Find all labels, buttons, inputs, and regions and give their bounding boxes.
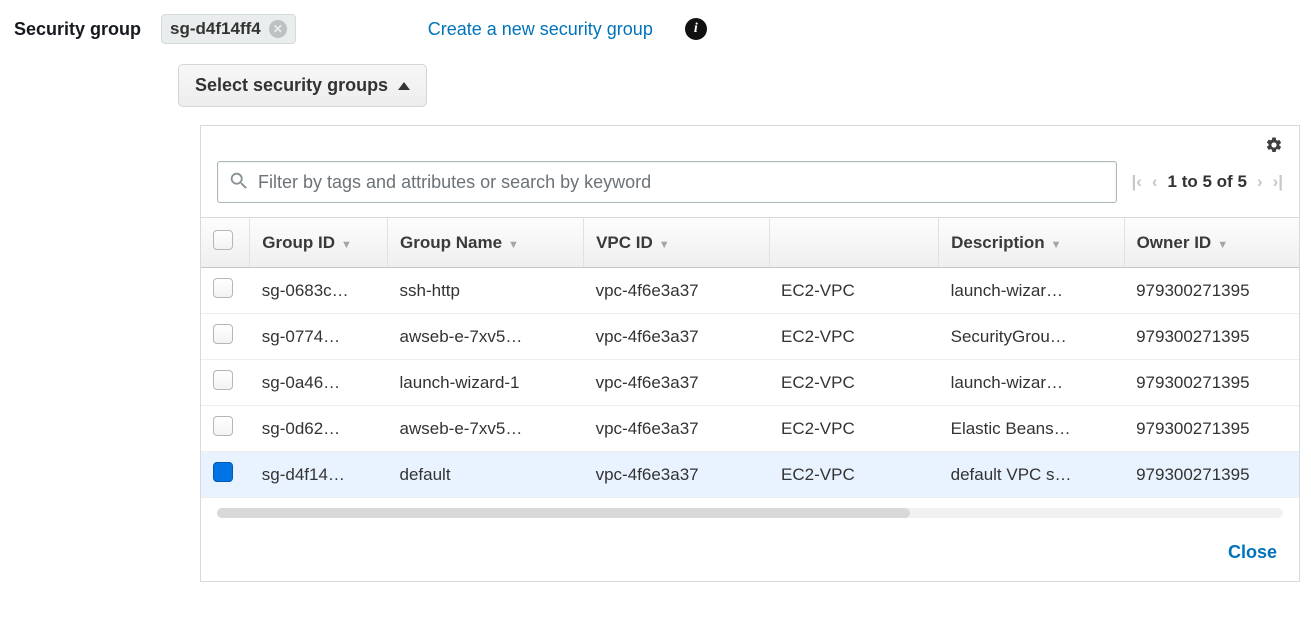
pager: |‹ ‹ 1 to 5 of 5 › ›| [1131, 172, 1283, 192]
dropdown-label: Select security groups [195, 75, 388, 96]
page-last-icon[interactable]: ›| [1273, 172, 1283, 192]
header-checkbox[interactable] [213, 230, 233, 250]
page-prev-icon[interactable]: ‹ [1152, 172, 1158, 192]
cell-description: default VPC s… [939, 452, 1124, 498]
header-vpc-id[interactable]: VPC ID▼ [584, 218, 769, 268]
header-group-id[interactable]: Group ID▼ [250, 218, 388, 268]
cell-owner: 979300271395 [1124, 452, 1299, 498]
remove-tag-icon[interactable]: ✕ [269, 20, 287, 38]
search-input[interactable] [258, 172, 1106, 193]
pager-text: 1 to 5 of 5 [1168, 172, 1247, 192]
sort-caret-icon: ▼ [659, 239, 670, 251]
row-checkbox[interactable] [213, 462, 233, 482]
cell-vpc-id: vpc-4f6e3a37 [584, 268, 769, 314]
search-icon [228, 170, 250, 195]
cell-group-id: sg-0a46… [250, 360, 388, 406]
cell-owner: 979300271395 [1124, 360, 1299, 406]
sort-caret-icon: ▼ [508, 239, 519, 251]
info-icon[interactable]: i [685, 18, 707, 40]
cell-group-id: sg-d4f14… [250, 452, 388, 498]
cell-description: launch-wizar… [939, 268, 1124, 314]
page-first-icon[interactable]: |‹ [1131, 172, 1141, 192]
cell-group-name: default [388, 452, 584, 498]
header-ec2[interactable] [769, 218, 939, 268]
cell-group-id: sg-0774… [250, 314, 388, 360]
row-checkbox[interactable] [213, 416, 233, 436]
cell-group-name: awseb-e-7xv5… [388, 314, 584, 360]
cell-owner: 979300271395 [1124, 406, 1299, 452]
cell-group-name: launch-wizard-1 [388, 360, 584, 406]
cell-description: SecurityGrou… [939, 314, 1124, 360]
cell-description: Elastic Beans… [939, 406, 1124, 452]
cell-owner: 979300271395 [1124, 314, 1299, 360]
selected-sg-tag-text: sg-d4f14ff4 [170, 19, 261, 39]
security-groups-table: Group ID▼ Group Name▼ VPC ID▼ Descriptio… [201, 218, 1299, 498]
close-button[interactable]: Close [1228, 542, 1277, 563]
cell-ec2: EC2-VPC [769, 314, 939, 360]
cell-vpc-id: vpc-4f6e3a37 [584, 314, 769, 360]
sort-caret-icon: ▼ [341, 239, 352, 251]
field-label: Security group [14, 19, 141, 40]
cell-ec2: EC2-VPC [769, 452, 939, 498]
sort-caret-icon: ▼ [1051, 239, 1062, 251]
security-groups-panel: |‹ ‹ 1 to 5 of 5 › ›| Group ID▼ Group Na… [200, 125, 1300, 582]
selected-sg-tag[interactable]: sg-d4f14ff4 ✕ [161, 14, 296, 44]
cell-ec2: EC2-VPC [769, 268, 939, 314]
table-row[interactable]: sg-0a46…launch-wizard-1vpc-4f6e3a37EC2-V… [201, 360, 1299, 406]
select-security-groups-dropdown[interactable]: Select security groups [178, 64, 427, 107]
cell-ec2: EC2-VPC [769, 360, 939, 406]
row-checkbox[interactable] [213, 370, 233, 390]
cell-vpc-id: vpc-4f6e3a37 [584, 406, 769, 452]
cell-vpc-id: vpc-4f6e3a37 [584, 452, 769, 498]
sort-caret-icon: ▼ [1217, 239, 1228, 251]
chevron-up-icon [398, 82, 410, 90]
table-row[interactable]: sg-d4f14…defaultvpc-4f6e3a37EC2-VPCdefau… [201, 452, 1299, 498]
table-row[interactable]: sg-0d62…awseb-e-7xv5…vpc-4f6e3a37EC2-VPC… [201, 406, 1299, 452]
cell-group-name: awseb-e-7xv5… [388, 406, 584, 452]
row-checkbox[interactable] [213, 278, 233, 298]
cell-ec2: EC2-VPC [769, 406, 939, 452]
cell-group-id: sg-0d62… [250, 406, 388, 452]
header-group-name[interactable]: Group Name▼ [388, 218, 584, 268]
cell-owner: 979300271395 [1124, 268, 1299, 314]
header-description[interactable]: Description▼ [939, 218, 1124, 268]
cell-description: launch-wizar… [939, 360, 1124, 406]
create-security-group-link[interactable]: Create a new security group [428, 19, 653, 40]
row-checkbox[interactable] [213, 324, 233, 344]
header-checkbox-cell[interactable] [201, 218, 250, 268]
gear-icon[interactable] [1265, 136, 1283, 157]
table-row[interactable]: sg-0683c…ssh-httpvpc-4f6e3a37EC2-VPClaun… [201, 268, 1299, 314]
horizontal-scrollbar[interactable] [217, 508, 1283, 518]
table-row[interactable]: sg-0774…awseb-e-7xv5…vpc-4f6e3a37EC2-VPC… [201, 314, 1299, 360]
cell-vpc-id: vpc-4f6e3a37 [584, 360, 769, 406]
page-next-icon[interactable]: › [1257, 172, 1263, 192]
cell-group-id: sg-0683c… [250, 268, 388, 314]
cell-group-name: ssh-http [388, 268, 584, 314]
search-box[interactable] [217, 161, 1117, 203]
header-owner[interactable]: Owner ID▼ [1124, 218, 1299, 268]
scrollbar-thumb[interactable] [217, 508, 910, 518]
